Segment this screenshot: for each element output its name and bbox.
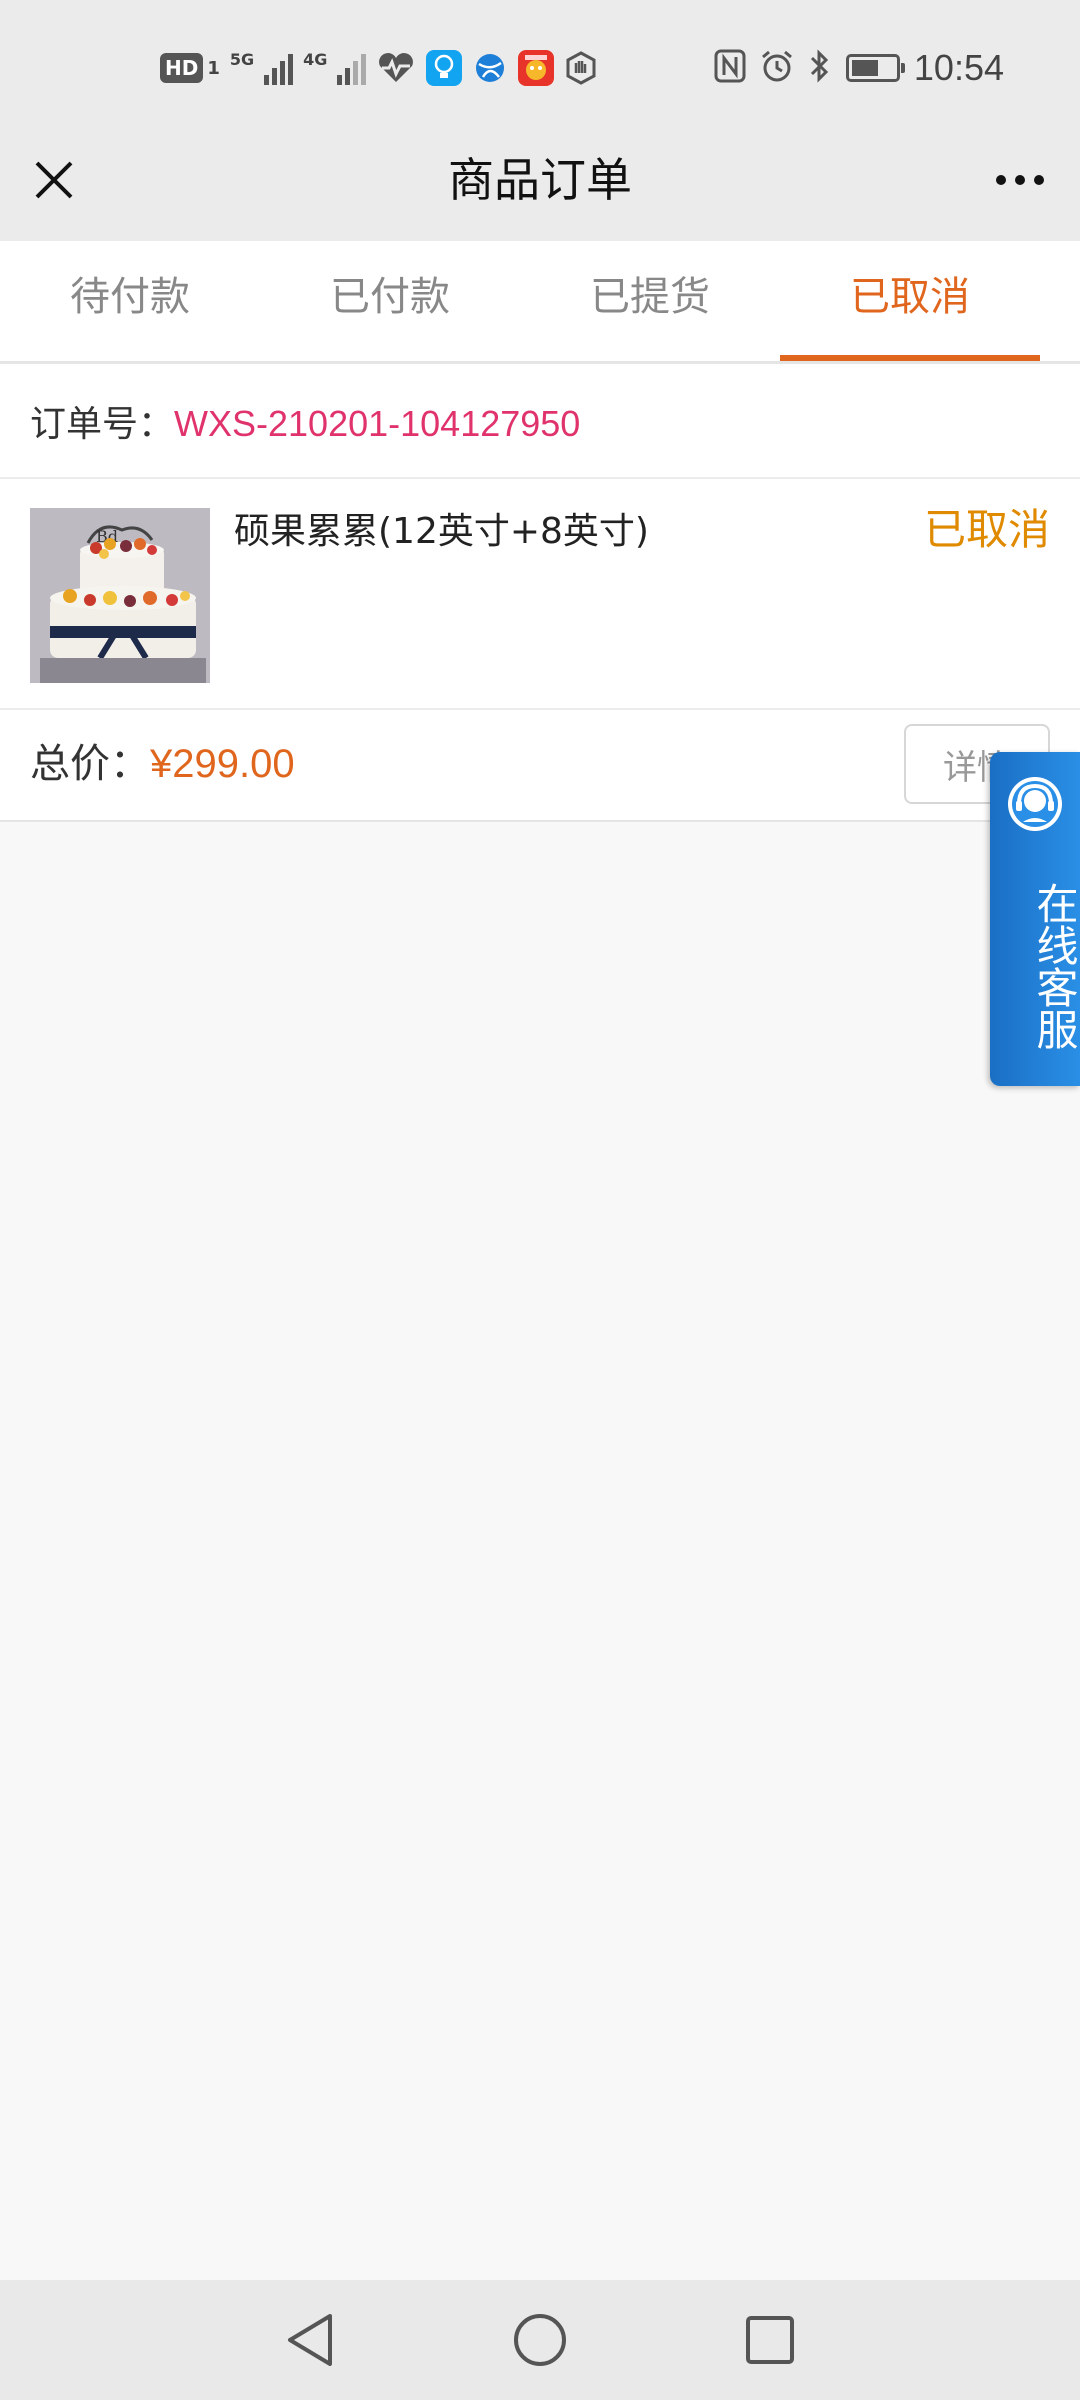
hd-badge: HD bbox=[160, 53, 204, 83]
signal-strength-2-icon bbox=[337, 51, 367, 85]
alarm-clock-icon bbox=[760, 49, 794, 87]
nfc-icon bbox=[714, 49, 746, 87]
signal-strength-1-icon bbox=[264, 51, 294, 85]
status-bar: HD 1 5G 4G 10:54 bbox=[0, 0, 1080, 136]
customer-service-label: 在线客服 bbox=[1030, 882, 1079, 1050]
status-time: 10:54 bbox=[913, 47, 1004, 88]
more-dot-icon bbox=[1034, 175, 1044, 185]
product-name[interactable]: 硕果累累(12英寸+8英寸) bbox=[234, 504, 649, 560]
status-bar-left: HD 1 5G 4G bbox=[160, 48, 598, 88]
bluetooth-icon bbox=[808, 48, 832, 88]
headset-agent-icon bbox=[1008, 777, 1062, 831]
home-circle-icon bbox=[514, 2314, 566, 2366]
hand-gesture-icon bbox=[564, 50, 598, 86]
total-price-value: ¥299.00 bbox=[150, 742, 295, 786]
order-divider bbox=[0, 477, 1080, 479]
tab-picked-up[interactable]: 已提货 bbox=[520, 241, 780, 361]
recents-square-icon bbox=[746, 2316, 794, 2364]
order-number-label: 订单号： bbox=[30, 404, 175, 445]
online-customer-service-button[interactable]: 在线客服 bbox=[990, 752, 1080, 1086]
top-navigation-bar: 商品订单 bbox=[0, 136, 1080, 241]
status-bar-right: 10:54 bbox=[714, 44, 1004, 92]
page-title: 商品订单 bbox=[448, 153, 632, 207]
cake-image: Bd bbox=[30, 508, 210, 683]
sim1-indicator: 1 bbox=[207, 57, 220, 79]
product-thumbnail[interactable]: Bd bbox=[30, 508, 210, 683]
tab-pending-payment[interactable]: 待付款 bbox=[0, 241, 260, 361]
order-card: 订单号：WXS-210201-104127950 Bd 硕果累累(12英寸+8英… bbox=[0, 364, 1080, 822]
total-price-label: 总价： bbox=[30, 741, 150, 787]
screen: HD 1 5G 4G 10:54 商品订单 待付款 已付款 已提货 已取消 订单… bbox=[0, 0, 1080, 2400]
system-navigation-bar bbox=[0, 2280, 1080, 2400]
tab-paid[interactable]: 已付款 bbox=[260, 241, 520, 361]
nav-home-button[interactable] bbox=[502, 2302, 578, 2378]
nav-back-button[interactable] bbox=[272, 2302, 348, 2378]
network-4g-label: 4G bbox=[303, 50, 328, 69]
order-number-row: 订单号：WXS-210201-104127950 bbox=[30, 394, 580, 455]
battery-icon bbox=[845, 54, 905, 82]
battery-level-fill bbox=[851, 60, 879, 76]
more-dot-icon bbox=[996, 175, 1006, 185]
more-options-button[interactable] bbox=[984, 150, 1056, 210]
lion-app-icon bbox=[518, 50, 555, 86]
order-status-tabs: 待付款 已付款 已提货 已取消 bbox=[0, 241, 1080, 361]
tab-cancelled[interactable]: 已取消 bbox=[780, 241, 1040, 361]
order-status-label: 已取消 bbox=[923, 505, 1050, 554]
nav-recents-button[interactable] bbox=[732, 2302, 808, 2378]
health-heartbeat-icon bbox=[376, 50, 416, 86]
more-dot-icon bbox=[1015, 175, 1025, 185]
total-price-row: 总价：¥299.00 bbox=[30, 724, 295, 804]
back-triangle-icon bbox=[288, 2314, 332, 2366]
order-divider bbox=[0, 708, 1080, 710]
lightbulb-app-icon bbox=[426, 50, 463, 86]
browser-globe-icon bbox=[472, 50, 508, 86]
network-5g-label: 5G bbox=[229, 50, 255, 69]
order-number-value: WXS-210201-104127950 bbox=[174, 403, 581, 444]
